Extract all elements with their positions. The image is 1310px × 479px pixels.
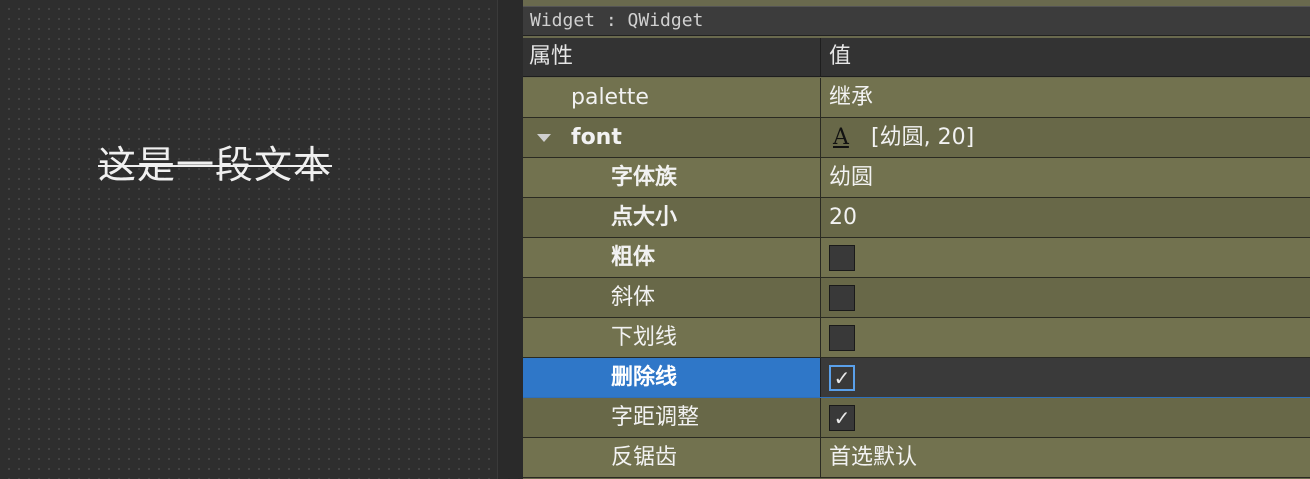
property-table-header: 属性 值 — [523, 38, 1310, 77]
object-class-header: Widget : QWidget — [523, 6, 1310, 36]
property-value: [幼圆, 20] — [871, 125, 975, 150]
font-icon: A — [833, 125, 849, 150]
property-row-font[interactable]: font A [幼圆, 20] — [523, 118, 1310, 158]
property-row-underline[interactable]: 下划线 — [523, 318, 1310, 358]
property-row-italic[interactable]: 斜体 — [523, 278, 1310, 318]
bold-checkbox[interactable] — [829, 245, 855, 271]
property-column-header[interactable]: 属性 — [523, 38, 821, 76]
property-row-font-family[interactable]: 字体族 幼圆 — [523, 158, 1310, 198]
expand-arrow-icon[interactable] — [537, 134, 551, 142]
kerning-checkbox[interactable]: ✓ — [829, 405, 855, 431]
property-name: 粗体 — [523, 238, 821, 277]
property-name: font — [571, 125, 622, 150]
property-row-strikeout[interactable]: 删除线 ✓ — [523, 358, 1310, 398]
property-value[interactable]: 首选默认 — [821, 438, 1310, 477]
property-name: 删除线 — [523, 358, 821, 397]
property-name: 字体族 — [523, 158, 821, 197]
property-name: 下划线 — [523, 318, 821, 357]
underline-checkbox[interactable] — [829, 325, 855, 351]
property-row-point-size[interactable]: 点大小 20 — [523, 198, 1310, 238]
property-value[interactable]: 20 — [821, 198, 1310, 237]
property-value-cell: ✓ — [821, 398, 1310, 437]
property-row-bold[interactable]: 粗体 — [523, 238, 1310, 278]
property-editor: Widget : QWidget 属性 值 palette 继承 font A [… — [523, 0, 1310, 479]
value-column-header[interactable]: 值 — [821, 38, 1310, 76]
property-value-cell: ✓ — [821, 358, 1310, 397]
property-value-cell[interactable]: A [幼圆, 20] — [821, 118, 1310, 157]
property-name-cell: font — [523, 118, 821, 157]
property-name: 反锯齿 — [523, 438, 821, 477]
strikeout-checkbox[interactable]: ✓ — [829, 365, 855, 391]
property-name: 斜体 — [523, 278, 821, 317]
design-canvas[interactable]: 这是一段文本 — [0, 0, 497, 479]
property-rows: palette 继承 font A [幼圆, 20] 字体族 幼圆 点大小 20 … — [523, 78, 1310, 478]
property-row-palette[interactable]: palette 继承 — [523, 78, 1310, 118]
property-value-cell — [821, 318, 1310, 357]
property-value[interactable]: 继承 — [821, 78, 1310, 117]
italic-checkbox[interactable] — [829, 285, 855, 311]
sample-label-text[interactable]: 这是一段文本 — [98, 134, 332, 189]
property-name: palette — [523, 78, 821, 117]
property-value[interactable]: 幼圆 — [821, 158, 1310, 197]
property-name: 点大小 — [523, 198, 821, 237]
property-value-cell — [821, 278, 1310, 317]
property-value-cell — [821, 238, 1310, 277]
property-name: 字距调整 — [523, 398, 821, 437]
property-row-antialiasing[interactable]: 反锯齿 首选默认 — [523, 438, 1310, 478]
property-row-kerning[interactable]: 字距调整 ✓ — [523, 398, 1310, 438]
panel-splitter[interactable] — [497, 0, 525, 479]
